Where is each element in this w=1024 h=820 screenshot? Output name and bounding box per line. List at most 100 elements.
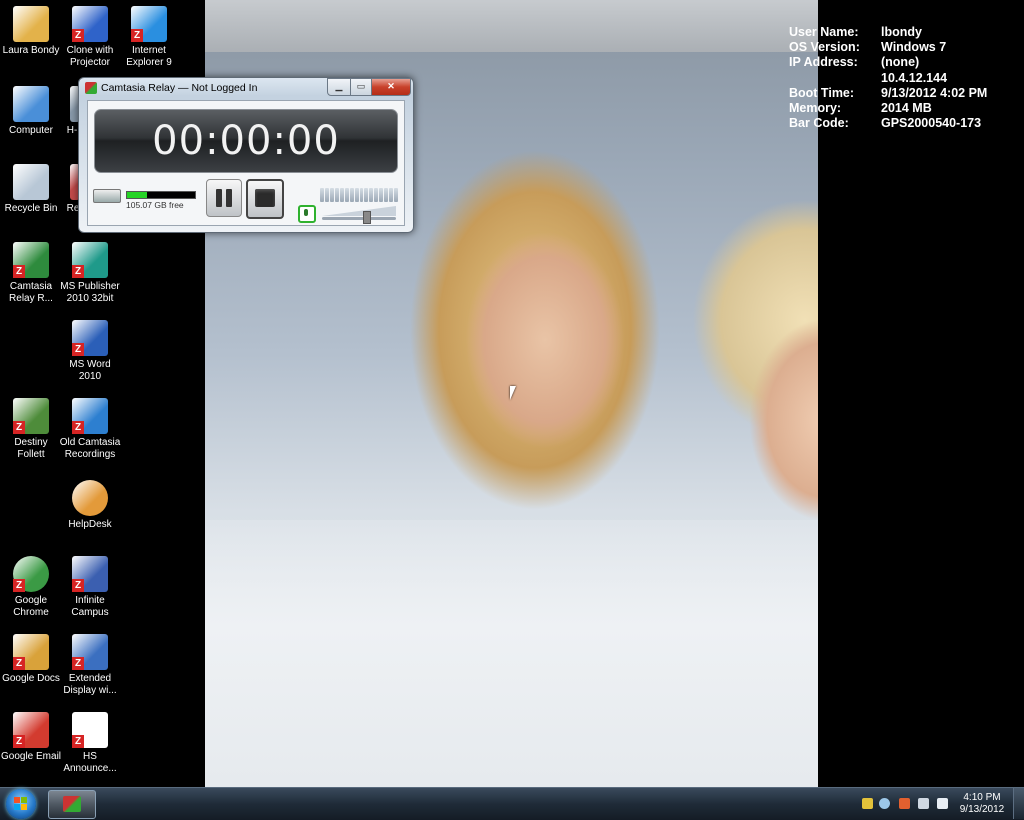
desktop-icon-google-email[interactable]: Z Google Email (0, 712, 62, 763)
pause-icon (216, 189, 222, 207)
taskbar-clock[interactable]: 4:10 PM 9/13/2012 (952, 792, 1012, 816)
internet-explorer-icon: Z (131, 6, 167, 42)
meter-segment (339, 188, 344, 202)
mouse-cursor-icon (510, 386, 516, 400)
destiny-tree-icon: Z (13, 398, 49, 434)
icon-label: Clone with Projector (66, 45, 114, 68)
icon-label: Google Chrome (13, 595, 49, 618)
desktop-icon-destiny-follett[interactable]: Z Destiny Follett (0, 398, 62, 461)
meter-segment (359, 188, 364, 202)
chrome-icon: Z (13, 556, 49, 592)
taskbar-camtasia-relay[interactable] (48, 790, 96, 819)
close-button[interactable]: ✕ (371, 78, 411, 96)
taskbar: 4:10 PM 9/13/2012 (0, 787, 1024, 820)
ms-word-icon: Z (72, 320, 108, 356)
info-value: (none) (881, 55, 920, 70)
show-desktop-button[interactable] (1013, 788, 1024, 819)
meter-segment (324, 188, 329, 202)
icon-label: Internet Explorer 9 (126, 45, 172, 68)
info-row: Boot Time: 9/13/2012 4:02 PM (789, 86, 987, 101)
desktop-icon-ms-word[interactable]: Z MS Word 2010 (59, 320, 121, 383)
maximize-button[interactable]: ▭ (350, 78, 372, 96)
info-value: 9/13/2012 4:02 PM (881, 85, 988, 100)
disk-space-fill (127, 192, 148, 198)
desktop-icon-extended-display[interactable]: Z Extended Display wi... (59, 634, 121, 697)
recording-timer: 00:00:00 (94, 109, 398, 173)
relay-client-area: 00:00:00 105.07 GB free (87, 100, 405, 226)
gmail-icon: Z (13, 712, 49, 748)
network-icon[interactable] (918, 798, 929, 809)
volume-icon[interactable] (937, 798, 948, 809)
camtasia-relay-icon (63, 796, 81, 812)
hs-announce-icon: Z (72, 712, 108, 748)
minimize-button[interactable]: ▁ (327, 78, 351, 96)
info-value: GPS2000540-173 (881, 116, 982, 131)
lifebuoy-icon (72, 480, 108, 516)
disk-free-label: 105.07 GB free (126, 200, 184, 210)
info-key: Bar Code: (789, 116, 849, 131)
icon-label: HelpDesk (68, 519, 112, 530)
volume-slider-thumb[interactable] (362, 211, 371, 224)
meter-segment (349, 188, 354, 202)
desktop-icon-infinite-campus[interactable]: Z Infinite Campus (59, 556, 121, 619)
desktop-icon-google-docs[interactable]: Z Google Docs (0, 634, 62, 685)
flag-icon[interactable] (899, 798, 910, 809)
icon-label: Extended Display wi... (63, 673, 117, 696)
desktop-icon-camtasia-relay[interactable]: Z Camtasia Relay R... (0, 242, 62, 305)
system-info-panel: User Name: lbondy OS Version: Windows 7 IP A… (789, 25, 987, 131)
meter-segment (329, 188, 334, 202)
desktop-icon-internet-explorer[interactable]: Z Internet Explorer 9 (118, 6, 180, 69)
desktop-icon-old-camtasia[interactable]: Z Old Camtasia Recordings (59, 398, 121, 461)
display-clone-icon: Z (72, 6, 108, 42)
camtasia-relay-window[interactable]: Camtasia Relay — Not Logged In ▁ ▭ ✕ 00:… (78, 77, 414, 233)
camtasia-relay-icon: Z (13, 242, 49, 278)
stop-button[interactable] (246, 179, 284, 219)
info-value: lbondy (881, 25, 922, 39)
pause-icon-bar (226, 189, 232, 207)
desktop-icon-ms-publisher[interactable]: Z MS Publisher 2010 32bit (59, 242, 121, 305)
desktop-icon-re[interactable]: Re (40, 164, 80, 215)
info-key: OS Version: (789, 40, 860, 55)
start-button[interactable] (6, 789, 36, 819)
info-key: Boot Time: (789, 85, 855, 100)
window-titlebar[interactable]: Camtasia Relay — Not Logged In ▁ ▭ ✕ (79, 78, 413, 98)
icon-label: Google Email (0, 751, 62, 762)
camtasia-app-icon (85, 82, 97, 94)
network-globe-icon[interactable] (879, 798, 890, 809)
volume-slider-track[interactable] (322, 217, 396, 220)
extended-display-icon: Z (72, 634, 108, 670)
info-row: User Name: lbondy (789, 25, 987, 40)
info-key: Memory: (789, 101, 842, 116)
meter-segment (369, 188, 374, 202)
info-key: IP Address: (789, 55, 858, 70)
meter-segment (374, 188, 379, 202)
disk-space-bar (126, 191, 196, 199)
meter-segment (344, 188, 349, 202)
pause-button[interactable] (206, 179, 242, 217)
ms-publisher-icon: Z (72, 242, 108, 278)
icon-label: Infinite Campus (71, 595, 109, 618)
info-value: 2014 MB (881, 101, 932, 116)
info-key: User Name: (789, 25, 859, 39)
icon-label: Google Docs (2, 673, 60, 684)
desktop-icon-laura-bondy[interactable]: Laura Bondy (0, 6, 62, 57)
meter-segment (384, 188, 389, 202)
clock-time: 4:10 PM (963, 792, 1001, 803)
hard-drive-icon (93, 189, 121, 203)
desktop-icon-helpdesk[interactable]: HelpDesk (59, 480, 121, 531)
action-center-icon[interactable] (862, 798, 873, 809)
icon-label: Destiny Follett (14, 437, 48, 460)
desktop-icon-h-drive[interactable]: H- (40, 86, 80, 137)
info-row: 10.4.12.144 (789, 71, 987, 86)
desktop-icon-google-chrome[interactable]: Z Google Chrome (0, 556, 62, 619)
icon-label: Laura Bondy (2, 45, 60, 56)
wallpaper-sheet (205, 520, 818, 787)
desktop-icon-clone-projector[interactable]: Z Clone with Projector (59, 6, 121, 69)
meter-segment (364, 188, 369, 202)
microphone-icon[interactable] (298, 205, 316, 223)
info-row: Bar Code: GPS2000540-173 (789, 116, 987, 131)
icon-label: MS Publisher 2010 32bit (60, 281, 120, 304)
meter-segment (389, 188, 394, 202)
desktop-icon-hs-announce[interactable]: Z HS Announce... (59, 712, 121, 775)
globe-folder-icon: Z (72, 398, 108, 434)
